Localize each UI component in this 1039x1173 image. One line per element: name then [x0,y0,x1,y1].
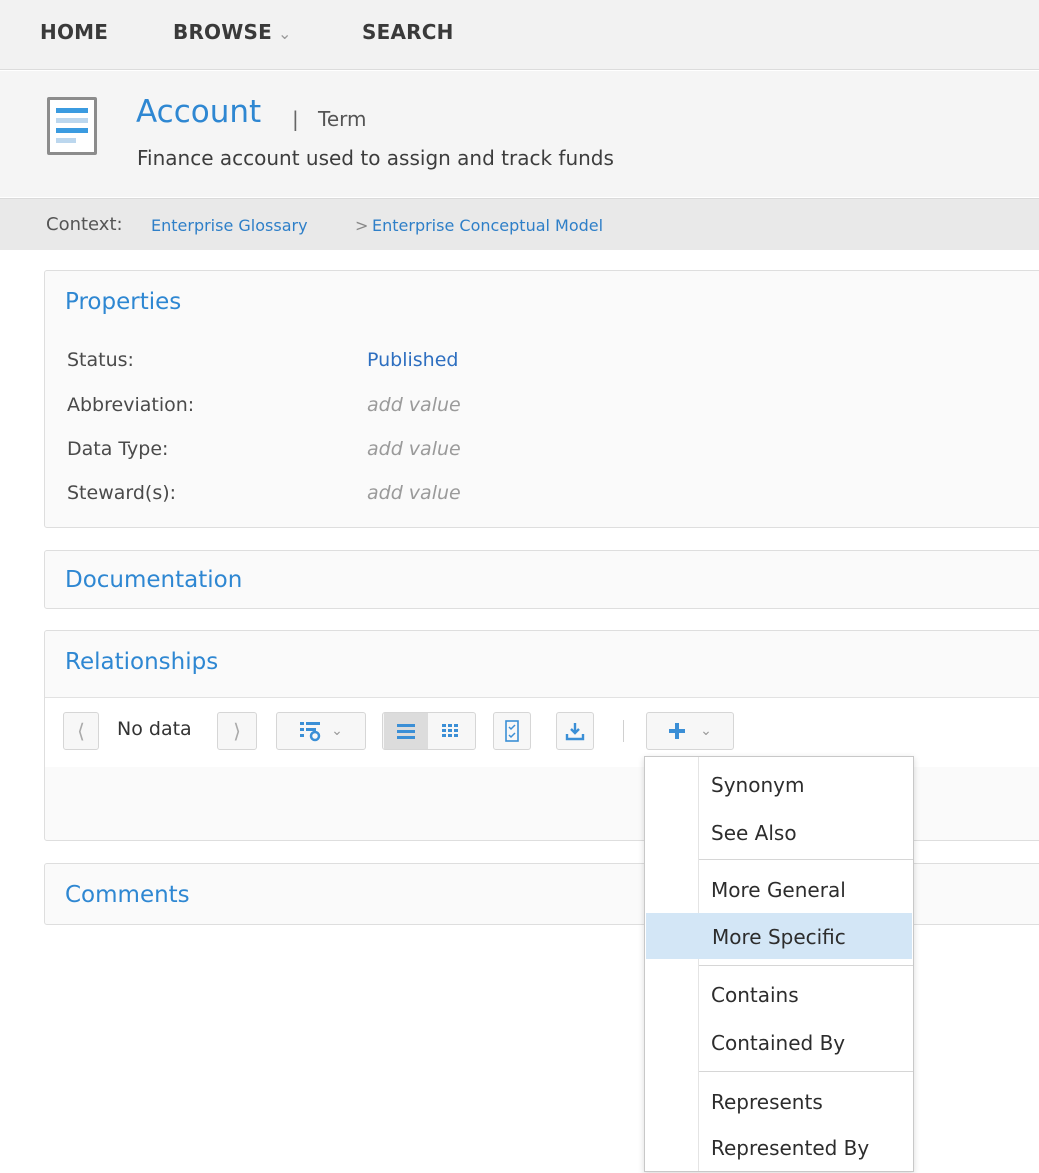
data-type-label: Data Type: [67,438,169,460]
documentation-title[interactable]: Documentation [65,567,242,593]
checklist-button[interactable] [493,712,531,750]
nav-search[interactable]: SEARCH [362,20,454,44]
page-title: Account [136,94,262,130]
export-icon [565,723,585,741]
breadcrumb-separator: > [355,216,369,235]
add-icon [669,723,686,739]
properties-panel: Properties Status: Published Abbreviatio… [44,270,1039,528]
menu-item-label: Synonym [711,773,805,797]
menu-item-label: More General [711,878,846,902]
view-toggle-group [382,712,476,750]
menu-item-label: Represents [711,1090,823,1114]
grid-view-button[interactable] [428,713,474,749]
menu-item-label: Contained By [711,1031,846,1055]
nav-home[interactable]: HOME [40,20,108,44]
add-relationship-menu: Synonym See Also More General More Speci… [644,756,914,1172]
menu-item-contained-by[interactable]: Contained By [645,1019,913,1065]
pager-status: No data [117,718,192,740]
breadcrumb: Context: Enterprise Glossary > Enterpris… [0,198,1039,250]
chevron-down-icon: ⌄ [700,723,712,739]
menu-item-label: More Specific [712,925,846,949]
context-label: Context: [46,214,123,235]
list-view-button[interactable] [384,713,428,749]
stewards-label: Steward(s): [67,482,177,504]
nav-browse-label: BROWSE [173,20,272,44]
document-icon [47,97,97,155]
top-nav: HOME BROWSE ⌄ SEARCH [0,0,1039,70]
menu-separator [699,859,913,860]
title-separator: | [292,107,299,131]
comments-title[interactable]: Comments [65,882,190,908]
abbreviation-add-value[interactable]: add value [367,394,461,416]
chevron-down-icon: ⌄ [331,723,343,739]
menu-separator [699,1071,913,1072]
column-settings-button[interactable]: ⌄ [276,712,366,750]
menu-item-represented-by[interactable]: Represented By [645,1124,913,1170]
menu-item-see-also[interactable]: See Also [645,809,913,855]
menu-item-synonym[interactable]: Synonym [645,761,913,807]
add-relationship-button[interactable]: ⌄ [646,712,734,750]
menu-item-label: Contains [711,983,799,1007]
toolbar-divider [623,720,624,742]
breadcrumb-model[interactable]: Enterprise Conceptual Model [372,216,603,235]
menu-item-represents[interactable]: Represents [645,1078,913,1124]
next-page-button[interactable]: ⟩ [217,712,257,750]
relationships-title[interactable]: Relationships [65,649,218,675]
data-type-add-value[interactable]: add value [367,438,461,460]
properties-title[interactable]: Properties [65,289,181,315]
term-description: Finance account used to assign and track… [137,146,614,170]
menu-separator [699,965,913,966]
grid-view-icon [442,724,458,737]
chevron-right-icon: ⟩ [233,719,241,743]
documentation-panel: Documentation [44,550,1039,609]
column-settings-icon [300,722,321,742]
menu-item-label: See Also [711,821,797,845]
list-view-icon [397,724,415,739]
term-header: Account | Term Finance account used to a… [0,71,1039,197]
chevron-left-icon: ⟨ [77,719,85,743]
asset-type: Term [318,107,367,131]
status-value[interactable]: Published [367,349,458,371]
status-label: Status: [67,349,134,371]
menu-item-more-specific[interactable]: More Specific [646,913,912,959]
stewards-add-value[interactable]: add value [367,482,461,504]
chevron-down-icon: ⌄ [277,24,292,43]
nav-browse[interactable]: BROWSE ⌄ [173,20,292,44]
menu-item-label: Represented By [711,1136,870,1160]
checklist-icon [505,720,519,742]
breadcrumb-glossary[interactable]: Enterprise Glossary [151,216,308,235]
abbreviation-label: Abbreviation: [67,394,195,416]
export-button[interactable] [556,712,594,750]
menu-item-contains[interactable]: Contains [645,971,913,1017]
menu-item-more-general[interactable]: More General [645,866,913,912]
previous-page-button[interactable]: ⟨ [63,712,99,750]
